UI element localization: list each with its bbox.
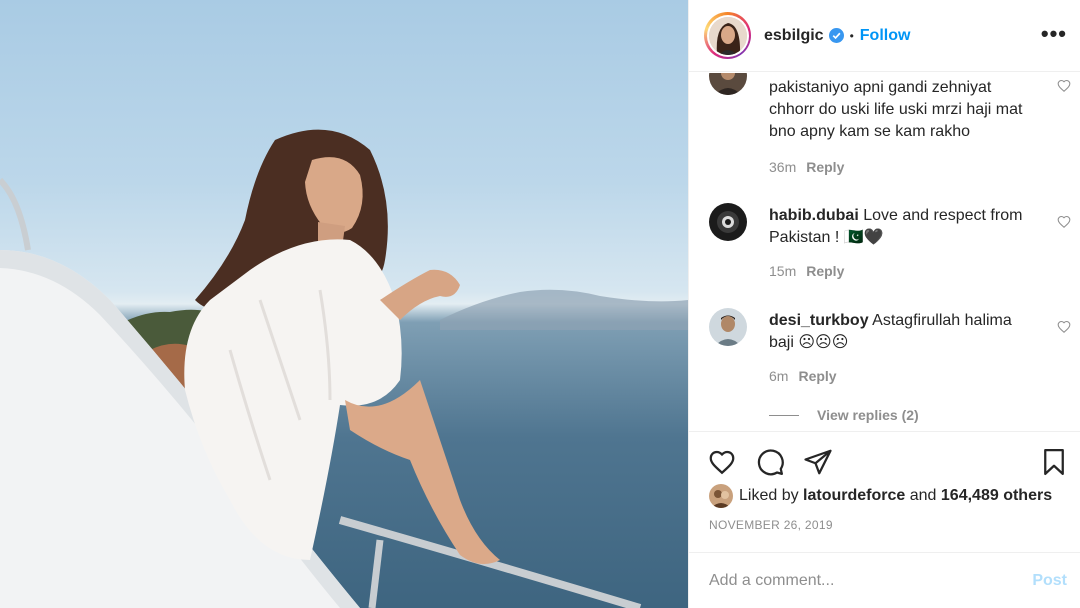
comment-username[interactable]: habib.dubai [769,207,859,224]
comment-text: pakistaniyo apni gandi zehniyat chhorr d… [769,79,1023,140]
avatar [708,16,747,55]
post-date[interactable]: NOVEMBER 26, 2019 [709,518,833,532]
avatar[interactable] [709,203,747,241]
separator-dot: • [849,28,854,43]
story-ring-avatar[interactable] [704,12,751,59]
like-comment-heart-icon[interactable] [1057,79,1071,93]
comment-meta: 6m Reply [769,368,837,384]
comment-bubble-icon[interactable] [755,447,785,477]
view-replies-button[interactable]: View replies (2) [769,407,919,423]
like-comment-heart-icon[interactable] [1057,320,1071,334]
avatar[interactable] [709,484,733,508]
avatar[interactable] [709,308,747,346]
comment-text: habib.dubai Love and respect from Pakist… [769,205,1039,249]
likes-count-link[interactable]: 164,489 others [941,487,1052,505]
comment-time: 15m [769,263,797,279]
comment-time: 6m [769,368,789,384]
post-image[interactable] [0,0,688,608]
post-header: esbilgic • Follow ••• [689,0,1080,72]
post-side-panel: esbilgic • Follow ••• pakistaniyo apni g… [688,0,1080,608]
comment-text: desi_turkboy Astagfirullah halima baji ☹… [769,310,1039,354]
view-replies-line [769,414,799,416]
comment-meta: 15m Reply [769,263,844,279]
add-comment-bar: Post [689,552,1080,608]
likes-user-link[interactable]: latourdeforce [803,487,905,505]
post-comment-button[interactable]: Post [1032,572,1067,590]
likes-summary: Liked by latourdeforce and 164,489 other… [709,484,1052,508]
post-photo-illustration [0,129,688,608]
comments-list[interactable]: pakistaniyo apni gandi zehniyat chhorr d… [689,73,1080,430]
paper-plane-icon[interactable] [803,447,833,477]
more-options-icon[interactable]: ••• [1041,23,1067,45]
verified-badge-icon [828,28,844,43]
comment-time: 36m [769,159,797,175]
comment-input[interactable] [709,571,1033,590]
view-replies-label: View replies (2) [817,407,919,423]
reply-button[interactable]: Reply [806,263,844,279]
follow-button[interactable]: Follow [860,27,911,45]
avatar[interactable] [709,73,747,95]
post-author-username[interactable]: esbilgic [764,27,824,45]
reply-button[interactable]: Reply [798,368,836,384]
comment-username[interactable]: desi_turkboy [769,312,869,329]
comment-meta: 36m Reply [769,159,844,175]
likes-prefix: Liked by [739,487,799,504]
reply-button[interactable]: Reply [806,159,844,175]
bookmark-icon[interactable] [1039,447,1069,477]
heart-icon[interactable] [707,447,737,477]
post-actions-bar [689,431,1080,489]
likes-middle: and [909,487,937,504]
like-comment-heart-icon[interactable] [1057,215,1071,229]
